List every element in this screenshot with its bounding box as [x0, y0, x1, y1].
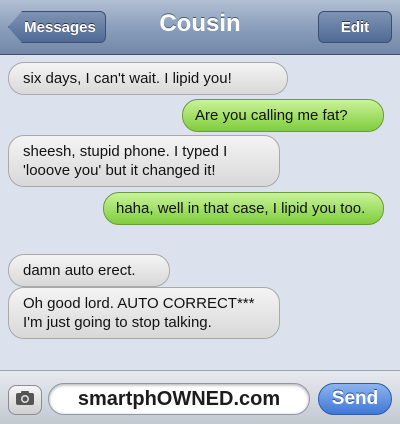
message-bubble-sent: haha, well in that case, I lipid you too… [103, 192, 384, 225]
message-bubble-received: damn auto erect. [8, 254, 170, 287]
message-bubble-received: sheesh, stupid phone. I typed I 'looove … [8, 135, 280, 187]
camera-button[interactable] [8, 385, 42, 415]
compose-bar: smartphOWNED.com Send [0, 370, 400, 424]
message-bubble-received: Oh good lord. AUTO CORRECT*** I'm just g… [8, 287, 280, 339]
message-input[interactable]: smartphOWNED.com [48, 383, 310, 415]
send-button[interactable]: Send [318, 383, 392, 415]
navigation-bar: Messages Cousin Edit [0, 0, 400, 55]
edit-button[interactable]: Edit [318, 11, 392, 43]
message-bubble-sent: Are you calling me fat? [182, 99, 384, 132]
camera-icon [15, 390, 35, 411]
message-bubble-received: six days, I can't wait. I lipid you! [8, 62, 288, 95]
message-thread[interactable]: six days, I can't wait. I lipid you! Are… [0, 55, 400, 367]
